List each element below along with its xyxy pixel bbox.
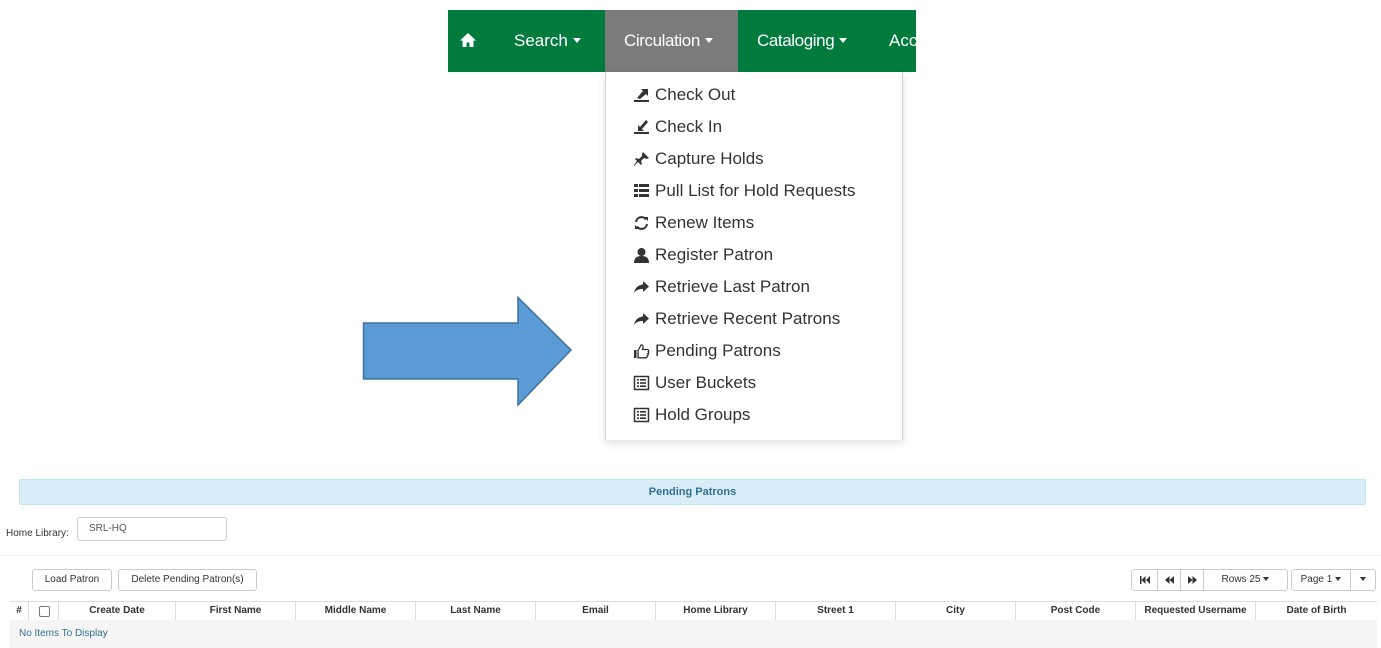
column-header-requested-username[interactable]: Requested Username xyxy=(1136,602,1256,620)
column-header-date-of-birth[interactable]: Date of Birth xyxy=(1256,602,1377,620)
column-header-city[interactable]: City xyxy=(896,602,1016,620)
nav-acquisitions-menu[interactable]: Acc xyxy=(889,10,916,72)
forward-icon xyxy=(1187,576,1197,584)
menu-item-label: Hold Groups xyxy=(655,405,751,424)
main-navbar: Search Circulation Cataloging Acc xyxy=(448,10,916,72)
rows-per-page-dropdown[interactable]: Rows 25 xyxy=(1203,569,1288,591)
pending-patrons-heading: Pending Patrons xyxy=(19,479,1366,505)
caret-down-icon xyxy=(704,38,713,44)
home-library-selector[interactable]: SRL-HQ xyxy=(77,517,227,541)
share-arrow-icon xyxy=(634,313,649,325)
menu-item-label: Pending Patrons xyxy=(655,341,781,360)
list-alt-icon xyxy=(633,407,650,423)
nav-cataloging-menu[interactable]: Cataloging xyxy=(757,10,848,72)
column-header-last-name[interactable]: Last Name xyxy=(416,602,536,620)
empty-grid-message: No Items To Display xyxy=(10,620,1377,648)
nav-search-label: Search xyxy=(514,31,568,50)
pushpin-icon xyxy=(634,152,649,166)
caret-down-icon xyxy=(839,38,848,44)
previous-page-button[interactable] xyxy=(1157,569,1181,591)
caret-down-icon xyxy=(1263,577,1270,582)
annotation-arrow-icon xyxy=(362,296,573,407)
fast-backward-icon xyxy=(1139,576,1150,584)
delete-pending-patrons-button[interactable]: Delete Pending Patron(s) xyxy=(118,569,257,591)
nav-circulation-menu[interactable]: Circulation xyxy=(605,10,738,72)
grid-actions-dropdown[interactable] xyxy=(1350,569,1376,591)
menu-item-label: Register Patron xyxy=(655,245,774,264)
menu-item-label: Check In xyxy=(655,117,723,136)
menu-item-label: Capture Holds xyxy=(655,149,764,168)
nav-circulation-label: Circulation xyxy=(624,31,700,50)
circulation-dropdown: Check Out Check In Capture Holds Pull Li… xyxy=(605,72,903,440)
divider xyxy=(0,555,1381,556)
column-header-post-code[interactable]: Post Code xyxy=(1016,602,1136,620)
check-out-icon xyxy=(634,89,649,102)
nav-acquisitions-label: Acc xyxy=(889,31,916,50)
load-patron-button[interactable]: Load Patron xyxy=(32,569,112,591)
column-header-middle-name[interactable]: Middle Name xyxy=(296,602,416,620)
home-icon xyxy=(460,33,476,47)
page-number-label: Page 1 xyxy=(1300,574,1333,585)
refresh-icon xyxy=(635,216,648,230)
nav-home-link[interactable] xyxy=(448,10,488,72)
nav-search-menu[interactable]: Search xyxy=(514,10,581,72)
menu-item-label: Retrieve Last Patron xyxy=(655,277,810,296)
check-in-icon xyxy=(634,120,649,134)
menu-item-label: Pull List for Hold Requests xyxy=(655,181,856,200)
menu-item-label: Renew Items xyxy=(655,213,755,232)
select-all-checkbox[interactable] xyxy=(39,606,50,617)
page-number-dropdown[interactable]: Page 1 xyxy=(1291,569,1351,591)
menu-item-label: Retrieve Recent Patrons xyxy=(655,309,841,328)
next-page-button[interactable] xyxy=(1180,569,1204,591)
caret-down-icon xyxy=(572,38,581,44)
grid-header: # Create Date First Name Middle Name Las… xyxy=(10,601,1377,621)
rows-per-page-label: Rows 25 xyxy=(1221,574,1261,585)
caret-down-icon xyxy=(1360,577,1366,582)
column-header-street-1[interactable]: Street 1 xyxy=(776,602,896,620)
caret-down-icon xyxy=(1335,577,1342,582)
nav-cataloging-label: Cataloging xyxy=(757,31,835,50)
column-header-first-name[interactable]: First Name xyxy=(176,602,296,620)
backward-icon xyxy=(1164,576,1174,584)
column-header-create-date[interactable]: Create Date xyxy=(59,602,176,620)
first-page-button[interactable] xyxy=(1131,569,1158,591)
menu-item-label: User Buckets xyxy=(655,373,757,392)
share-arrow-icon xyxy=(634,281,649,293)
list-alt-icon xyxy=(633,375,650,391)
user-icon xyxy=(634,248,649,263)
thumbs-up-icon xyxy=(634,344,650,359)
list-icon xyxy=(634,184,649,197)
column-header-home-library[interactable]: Home Library xyxy=(656,602,776,620)
column-header-index: # xyxy=(10,602,29,620)
menu-item-label: Check Out xyxy=(655,85,736,104)
home-library-label: Home Library: xyxy=(6,528,69,539)
column-header-email[interactable]: Email xyxy=(536,602,656,620)
